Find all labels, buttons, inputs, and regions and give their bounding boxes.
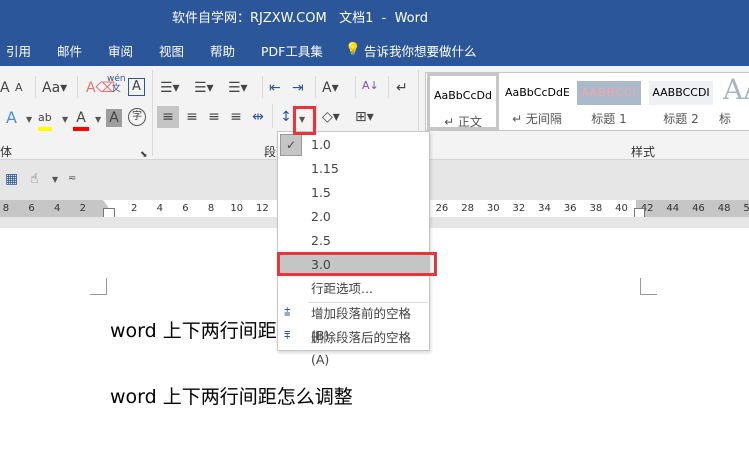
ruler-number: 38 (589, 203, 603, 214)
style-name: 标 (719, 112, 732, 126)
align-center-icon[interactable]: ≡ (181, 106, 203, 128)
spacing-option-2-5[interactable]: 2.5 (278, 230, 429, 252)
style-name: 标题 2 (663, 112, 699, 126)
line-spacing-menu: ✓ 1.0 1.15 1.5 2.0 2.5 3.0 行距选项... ⩲ 增加段… (277, 131, 430, 367)
chevron-down-icon[interactable]: ▼ (52, 175, 58, 184)
change-case-icon[interactable]: Aa▾ (42, 79, 67, 97)
ruler-number: 4 (156, 203, 163, 214)
font-group-label: 体 (0, 145, 13, 159)
shading-icon[interactable]: ◇▾ (322, 106, 340, 128)
ruler-number: 32 (512, 203, 526, 214)
tab-references[interactable]: 引用 (6, 41, 31, 60)
line-spacing-options[interactable]: 行距选项... (278, 278, 429, 300)
distributed-icon[interactable]: ⇹ (247, 106, 269, 128)
ruler-number: 6 (182, 203, 189, 214)
show-marks-icon[interactable]: ↵ (396, 79, 408, 97)
bullets-icon[interactable]: ☰▾ (160, 79, 180, 97)
multilevel-list-icon[interactable]: ☰▾ (228, 79, 248, 97)
tab-help[interactable]: 帮助 (210, 41, 235, 60)
ruler-number: 8 (2, 203, 10, 214)
customize-toolbar-icon[interactable]: ≂ (68, 170, 76, 188)
styles-group-label: 样式 (631, 145, 656, 159)
ruler-number: 6 (28, 203, 35, 214)
style-title[interactable]: AA 标 (719, 73, 749, 130)
ruler-number: 8 (207, 203, 215, 214)
document-paragraph[interactable]: word 上下两行间距怎么调整 (110, 382, 353, 409)
ruler-number: 28 (461, 203, 474, 214)
style-preview: AABBCCI (577, 81, 641, 105)
style-name: ↵ 正文 (444, 115, 482, 129)
ruler-number: 46 (692, 203, 705, 214)
ruler-number: 26 (435, 203, 449, 214)
add-space-before[interactable]: 增加段落前的空格(B) (278, 303, 429, 343)
draw-table-icon[interactable]: ▦ (5, 170, 18, 188)
style-name: ↵ 无间隔 (512, 112, 562, 126)
style-preview: AA (723, 75, 749, 105)
style-no-spacing[interactable]: AaBbCcDdE ↵ 无间隔 (501, 73, 573, 130)
highlight-box-3-0 (277, 252, 437, 276)
style-heading-2[interactable]: AABBCCDI 标题 2 (645, 73, 717, 130)
style-heading-1[interactable]: AABBCCI 标题 1 (573, 73, 645, 130)
remove-space-after[interactable]: 删除段落后的空格(A) (278, 327, 429, 367)
tab-view[interactable]: 视图 (159, 41, 184, 60)
style-preview: AaBbCcDdE (505, 86, 569, 99)
asian-layout-icon[interactable]: A▾ (322, 79, 339, 97)
chevron-down-icon[interactable]: ▼ (26, 115, 32, 124)
spacing-option-2-0[interactable]: 2.0 (278, 206, 429, 228)
ruler-number: 12 (256, 203, 269, 214)
ruler-number: 50 (743, 203, 749, 214)
ruler-number: 30 (486, 203, 500, 214)
align-right-icon[interactable]: ≡ (203, 106, 225, 128)
highlight-icon[interactable]: ab (38, 109, 52, 131)
ruler-number: 48 (717, 203, 731, 214)
ruler-number: 2 (79, 203, 87, 214)
ruler-number: 40 (615, 203, 628, 214)
shrink-font-icon[interactable]: A (15, 79, 23, 97)
spacing-option-1-0[interactable]: 1.0 (278, 134, 429, 156)
text-effects-icon[interactable]: A (6, 109, 17, 127)
title-bar: 软件自学网：RJZXW.COM 文档1 - Word (0, 0, 749, 33)
spacing-option-1-15[interactable]: 1.15 (278, 158, 429, 180)
ruler-number: 44 (666, 203, 680, 214)
decrease-indent-icon[interactable]: ⇤ (269, 79, 281, 97)
ruler-number: 2 (130, 203, 138, 214)
window-title: 软件自学网：RJZXW.COM 文档1 - Word (172, 11, 429, 26)
style-name: 标题 1 (591, 112, 627, 126)
phonetic-text: wén (107, 74, 126, 84)
borders-icon[interactable]: ⊞▾ (355, 106, 374, 128)
margin-corner-mark (640, 278, 657, 295)
ruler-number: 34 (538, 203, 551, 214)
sort-icon[interactable]: A↓ (362, 77, 379, 95)
tell-me-search[interactable]: 告诉我你想要做什么 (364, 41, 477, 60)
lightbulb-icon: 💡 (345, 41, 361, 56)
numbering-icon[interactable]: ☰▾ (194, 79, 214, 97)
increase-indent-icon[interactable]: ⇥ (292, 79, 304, 97)
character-border-icon[interactable]: A (128, 78, 145, 96)
tab-pdf-tools[interactable]: PDF工具集 (261, 41, 323, 60)
style-normal[interactable]: AaBbCcDdE ↵ 正文 (427, 73, 499, 130)
styles-gallery: AaBbCcDdE ↵ 正文 AaBbCcDdE ↵ 无间隔 AABBCCI 标题 1… (425, 72, 749, 131)
touch-mode-icon[interactable]: ☝ (30, 170, 39, 188)
ruler-number: 4 (54, 203, 61, 214)
enclose-character-icon[interactable]: 字 (128, 108, 146, 126)
ruler-number: 10 (230, 203, 244, 214)
align-left-icon[interactable]: ≡ (157, 106, 179, 128)
ruler-number: 36 (563, 203, 577, 214)
style-preview: AaBbCcDdE (434, 89, 492, 102)
style-preview: AABBCCDI (649, 81, 713, 105)
spacing-option-1-5[interactable]: 1.5 (278, 182, 429, 204)
chevron-down-icon[interactable]: ▼ (95, 115, 101, 124)
justify-icon[interactable]: ≡ (225, 106, 247, 128)
tab-review[interactable]: 审阅 (108, 41, 133, 60)
font-color-icon[interactable]: A (73, 109, 89, 131)
first-line-indent-marker[interactable] (103, 200, 115, 208)
highlight-box-dropdown (293, 106, 316, 135)
margin-corner-mark (90, 278, 107, 295)
chevron-down-icon[interactable]: ▼ (62, 115, 68, 124)
phonetic-guide-icon[interactable]: wén 文 (107, 74, 126, 94)
character-shading-icon[interactable]: A (106, 109, 122, 127)
tab-mailings[interactable]: 邮件 (57, 41, 82, 60)
ribbon-tabs: 引用 邮件 审阅 视图 帮助 PDF工具集 💡 告诉我你想要做什么 (0, 33, 749, 66)
grow-font-icon[interactable]: A (0, 79, 10, 97)
